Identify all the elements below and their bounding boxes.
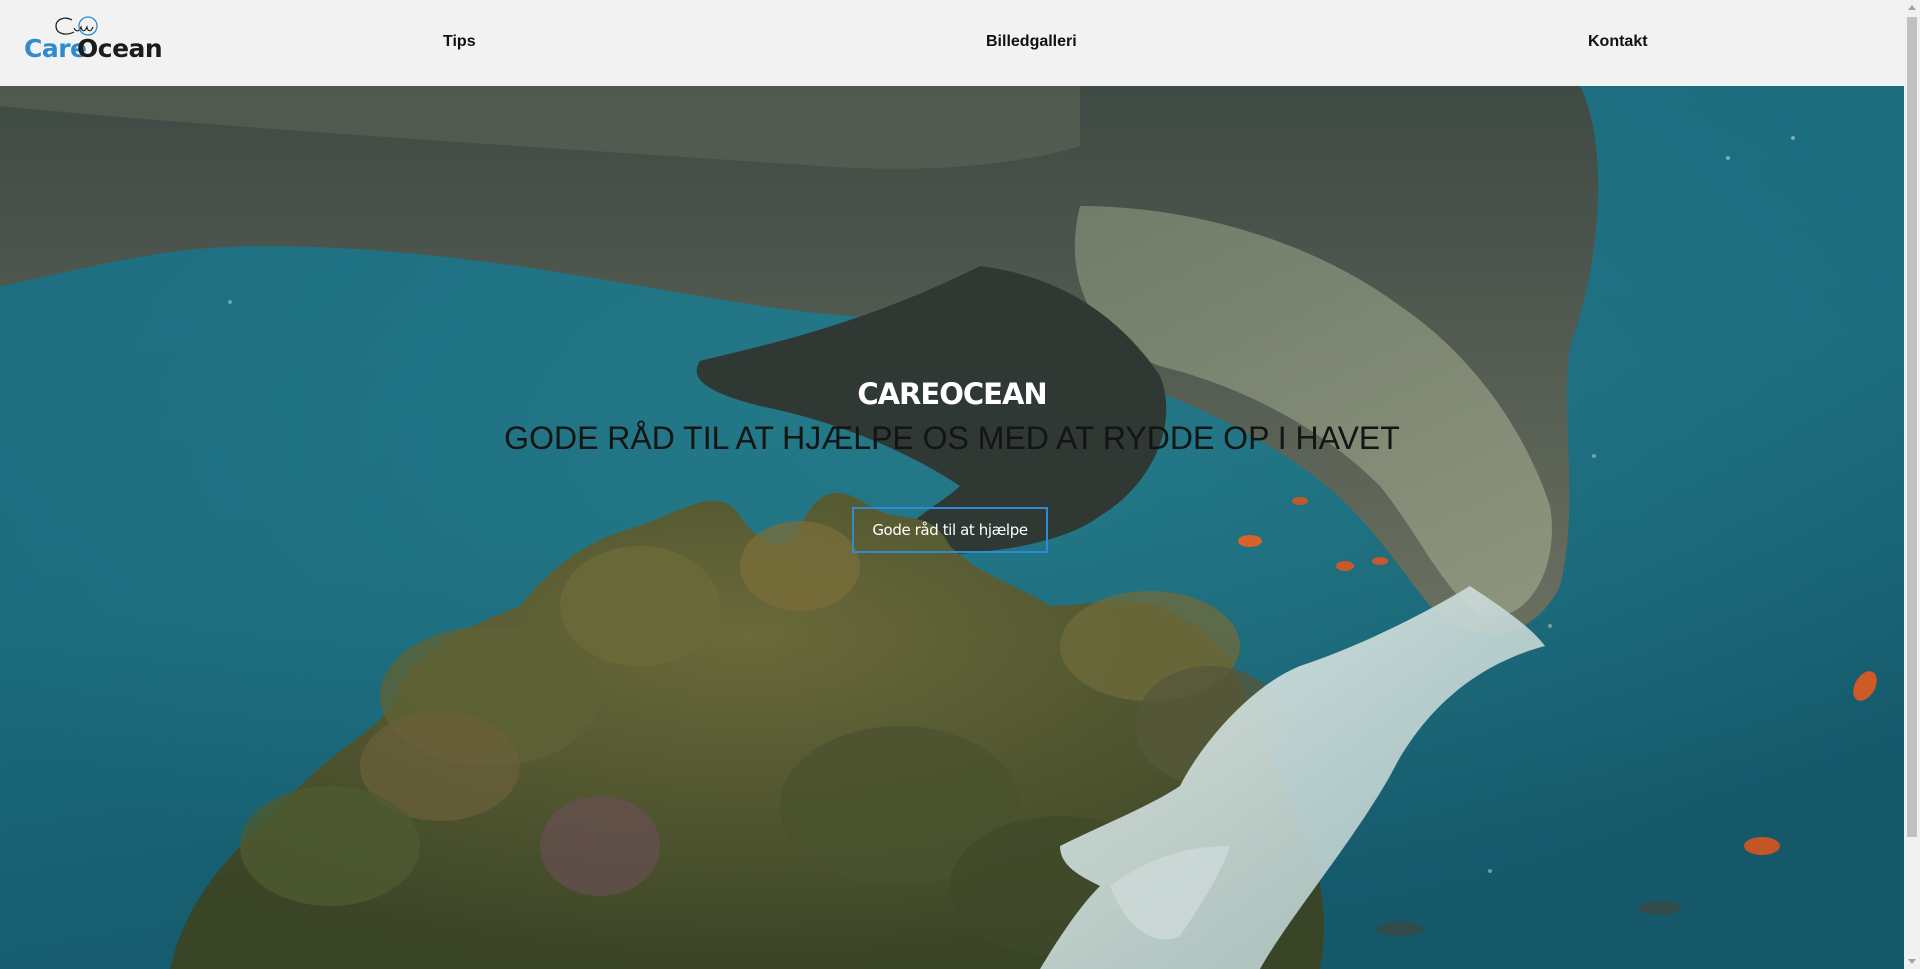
nav-link-kontakt[interactable]: Kontakt [1588,32,1648,52]
tips-cta-button[interactable]: Gode råd til at hjælpe [852,507,1048,553]
scroll-up-arrow-icon[interactable] [1908,5,1916,10]
scrollbar-thumb[interactable] [1907,17,1917,837]
page: Care Ocean Tips Billedgalleri Kontakt CA… [0,0,1904,969]
nav-link-billedgalleri[interactable]: Billedgalleri [986,32,1077,52]
hero-text-block: CAREOCEAN GODE RÅD TIL AT HJÆLPE OS MED … [0,86,1904,969]
page-scrollbar[interactable] [1904,0,1920,969]
hero-title: CAREOCEAN [857,377,1047,411]
hero-subtitle: GODE RÅD TIL AT HJÆLPE OS MED AT RYDDE O… [504,420,1400,456]
logo-ocean-text: Ocean [77,34,163,63]
scroll-down-arrow-icon[interactable] [1908,959,1916,964]
nav-link-tips[interactable]: Tips [443,32,476,52]
careocean-logo[interactable]: Care Ocean [24,14,163,66]
site-header: Care Ocean Tips Billedgalleri Kontakt [0,0,1904,86]
hero-section: CAREOCEAN GODE RÅD TIL AT HJÆLPE OS MED … [0,86,1904,969]
